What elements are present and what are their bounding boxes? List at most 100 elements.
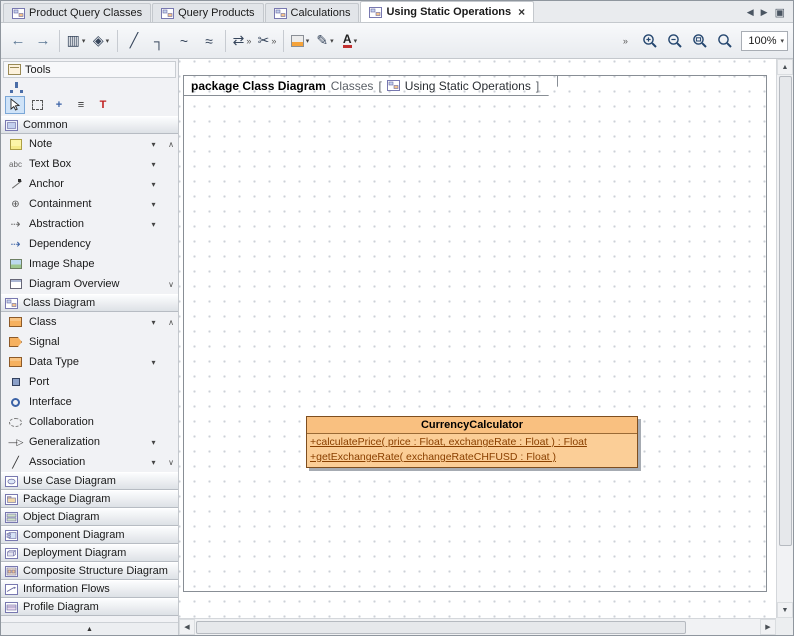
palette-item-anchor[interactable]: Anchor ▾ <box>1 174 178 194</box>
palette-item-image-shape[interactable]: Image Shape <box>1 254 178 274</box>
move-tool-button[interactable]: + <box>49 96 69 114</box>
section-information-flows[interactable]: Information Flows <box>1 580 178 598</box>
vertical-scroll-thumb[interactable] <box>779 76 792 546</box>
scroll-right-button[interactable]: ▶ <box>760 619 776 635</box>
forward-button[interactable]: → <box>31 28 55 53</box>
curve-path-button[interactable]: ~ <box>172 28 196 53</box>
scroll-down-button[interactable]: ▼ <box>777 602 793 618</box>
section-deployment-diagram[interactable]: Deployment Diagram <box>1 544 178 562</box>
text-tool-button[interactable]: T <box>93 96 113 114</box>
tools-panel-header[interactable]: Tools <box>3 61 176 78</box>
palette-item-text-box[interactable]: abc Text Box ▾ <box>1 154 178 174</box>
palette-item-class[interactable]: Class ▾ ∧ <box>1 312 178 332</box>
palette-item-signal[interactable]: Signal <box>1 332 178 352</box>
section-label: Profile Diagram <box>23 601 174 613</box>
tab-list-icon[interactable]: ▣ <box>775 6 785 19</box>
chevron-down-icon[interactable]: ▾ <box>148 438 159 447</box>
toolbar-overflow-button[interactable]: » <box>613 28 637 53</box>
section-profile-diagram[interactable]: Profile Diagram <box>1 598 178 616</box>
align-tool-button[interactable]: ≡ <box>71 96 91 114</box>
next-tab-icon[interactable]: ▶ <box>761 7 768 18</box>
horizontal-scroll-thumb[interactable] <box>196 621 686 634</box>
font-color-button[interactable]: A▾ <box>338 28 362 53</box>
section-common[interactable]: Common <box>1 116 178 134</box>
swimlane-button[interactable]: ▥▾ <box>64 28 88 53</box>
palette-item-collaboration[interactable]: Collaboration <box>1 412 178 432</box>
tool-strip: + ≡ T <box>1 95 178 116</box>
palette-item-association[interactable]: ╱ Association ▾ ∨ <box>1 452 178 472</box>
section-use-case-diagram[interactable]: Use Case Diagram <box>1 472 178 490</box>
chevron-down-icon[interactable]: ▾ <box>148 458 159 467</box>
chevron-down-icon[interactable]: ▾ <box>148 318 159 327</box>
zoom-level-combobox[interactable]: 100% ▾ <box>741 31 788 51</box>
palette-item-data-type[interactable]: Data Type ▾ <box>1 352 178 372</box>
marquee-selection-tool-button[interactable] <box>27 96 47 114</box>
tab-calculations[interactable]: Calculations <box>265 3 360 22</box>
horizontal-scrollbar[interactable]: ◀ ▶ <box>179 618 776 635</box>
tab-product-query-classes[interactable]: Product Query Classes <box>3 3 151 22</box>
oblique-path-button[interactable]: ╱ <box>122 28 146 53</box>
hierarchy-icon[interactable] <box>15 85 18 88</box>
operation[interactable]: +calculatePrice( price : Float, exchange… <box>310 435 634 450</box>
section-class-diagram[interactable]: Class Diagram <box>1 294 178 312</box>
selection-tool-button[interactable] <box>5 96 25 114</box>
chevron-down-icon: ▾ <box>354 37 358 45</box>
close-icon[interactable]: × <box>518 7 525 17</box>
back-button[interactable]: ← <box>6 28 30 53</box>
palette-item-abstraction[interactable]: ⇢ Abstraction ▾ <box>1 214 178 234</box>
tools-palette-sidebar: Tools + ≡ T Common Note <box>1 59 179 635</box>
operation[interactable]: +getExchangeRate( exchangeRateCHFUSD : F… <box>310 450 634 465</box>
scroll-down-icon[interactable]: ∨ <box>165 280 177 289</box>
palette-item-diagram-overview[interactable]: Diagram Overview ∨ <box>1 274 178 294</box>
more-icon: » <box>246 36 251 46</box>
zoom-out-button[interactable] <box>663 28 687 53</box>
class-title[interactable]: CurrencyCalculator <box>307 417 637 434</box>
class-currency-calculator[interactable]: CurrencyCalculator +calculatePrice( pric… <box>306 416 638 468</box>
line-color-button[interactable]: ✎▾ <box>313 28 337 53</box>
palette-item-containment[interactable]: ⊕ Containment ▾ <box>1 194 178 214</box>
palette-scroll-up-button[interactable]: ▲ <box>1 622 178 635</box>
chevron-down-icon[interactable]: ▾ <box>148 358 159 367</box>
rectilinear-path-button[interactable]: ┐ <box>147 28 171 53</box>
palette-item-dependency[interactable]: ⇢ Dependency <box>1 234 178 254</box>
fill-color-button[interactable]: ▾ <box>288 28 312 53</box>
chevron-down-icon[interactable]: ▾ <box>148 140 159 149</box>
section-package-diagram[interactable]: Package Diagram <box>1 490 178 508</box>
zoom-in-button[interactable] <box>638 28 662 53</box>
palette-item-note[interactable]: Note ▾ ∧ <box>1 134 178 154</box>
palette-item-port[interactable]: Port <box>1 372 178 392</box>
palette-item-generalization[interactable]: —▷ Generalization ▾ <box>1 432 178 452</box>
signal-icon <box>9 337 22 347</box>
scroll-up-button[interactable]: ▲ <box>777 59 793 75</box>
dependency-icon: ⇢ <box>8 237 23 251</box>
palette-item-label: Note <box>29 138 142 150</box>
swap-ends-button[interactable]: ⇄» <box>230 28 254 53</box>
spline-path-button[interactable]: ≈ <box>197 28 221 53</box>
pencil-icon: ✎ <box>316 32 328 49</box>
fit-in-window-button[interactable] <box>688 28 712 53</box>
scroll-up-icon[interactable]: ∧ <box>165 318 177 327</box>
section-composite-structure-diagram[interactable]: Composite Structure Diagram <box>1 562 178 580</box>
frame-diagram-name: Using Static Operations <box>405 79 531 93</box>
chevron-down-icon[interactable]: ▾ <box>148 180 159 189</box>
tab-using-static-operations[interactable]: Using Static Operations × <box>360 1 534 22</box>
chevron-down-icon[interactable]: ▾ <box>148 160 159 169</box>
tab-query-products[interactable]: Query Products <box>152 3 263 22</box>
scroll-down-icon[interactable]: ∨ <box>165 458 177 467</box>
scroll-left-button[interactable]: ◀ <box>179 619 195 635</box>
section-component-diagram[interactable]: Component Diagram <box>1 526 178 544</box>
class-operations-compartment: +calculatePrice( price : Float, exchange… <box>307 434 637 467</box>
palette-item-interface[interactable]: Interface <box>1 392 178 412</box>
diagram-canvas[interactable]: package Class Diagram Classes [ Using St… <box>179 59 776 618</box>
vertical-scrollbar[interactable]: ▲ ▼ <box>776 59 793 618</box>
section-object-diagram[interactable]: Object Diagram <box>1 508 178 526</box>
cut-paths-button[interactable]: ✂» <box>255 28 279 53</box>
chevron-down-icon[interactable]: ▾ <box>148 220 159 229</box>
chevron-down-icon[interactable]: ▾ <box>148 200 159 209</box>
zoom-1-1-button[interactable] <box>713 28 737 53</box>
class-diagram-icon <box>387 80 400 91</box>
scroll-up-icon[interactable]: ∧ <box>165 140 177 149</box>
package-diagram-icon <box>5 494 18 505</box>
shape-button[interactable]: ◈▾ <box>89 28 113 53</box>
previous-tab-icon[interactable]: ◀ <box>747 7 754 18</box>
